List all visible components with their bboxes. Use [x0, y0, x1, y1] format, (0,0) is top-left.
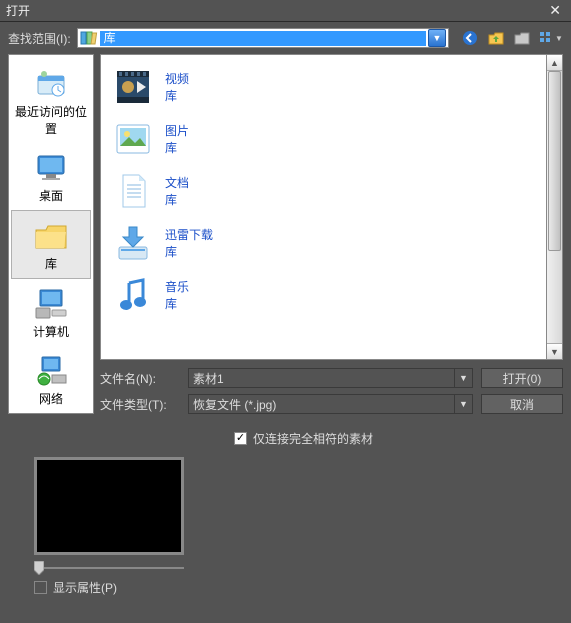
nav-icons: ▼ [455, 29, 563, 47]
cancel-button[interactable]: 取消 [481, 394, 563, 414]
chevron-down-icon: ▼ [433, 33, 442, 43]
filename-dropdown[interactable]: ▼ [455, 368, 473, 388]
scroll-track[interactable] [547, 71, 562, 343]
lookin-dropdown-button[interactable]: ▼ [428, 29, 446, 47]
item-name: 视频 [165, 70, 189, 87]
lookin-value: 库 [100, 31, 426, 46]
recent-icon [11, 67, 91, 101]
show-props-label: 显示属性(P) [53, 579, 117, 596]
place-library[interactable]: 库 [11, 210, 91, 279]
place-label: 桌面 [11, 187, 91, 204]
lookin-label: 查找范围(I): [8, 30, 71, 47]
preview-slider[interactable] [34, 561, 184, 575]
library-icon [14, 219, 88, 253]
places-bar: 最近访问的位置 桌面 库 计算机 网络 [8, 54, 94, 414]
desktop-icon [11, 151, 91, 185]
open-button[interactable]: 打开(0) [481, 368, 563, 388]
list-item[interactable]: 文档库 [105, 165, 542, 217]
titlebar: 打开 ✕ [0, 0, 571, 22]
item-name: 迅雷下载 [165, 226, 213, 243]
video-library-icon [113, 67, 153, 107]
pictures-library-icon [113, 119, 153, 159]
place-label: 网络 [11, 390, 91, 407]
item-type: 库 [165, 87, 189, 104]
list-item[interactable]: 迅雷下载库 [105, 217, 542, 269]
filename-input[interactable]: 素材1 [188, 368, 455, 388]
close-button[interactable]: ✕ [545, 2, 565, 19]
item-type: 库 [165, 191, 189, 208]
place-label: 库 [14, 255, 88, 272]
item-name: 文档 [165, 174, 189, 191]
back-button[interactable] [461, 29, 479, 47]
list-item[interactable]: 视频库 [105, 61, 542, 113]
documents-library-icon [113, 171, 153, 211]
music-library-icon [113, 275, 153, 315]
filename-label: 文件名(N): [100, 370, 180, 387]
lookin-row: 查找范围(I): 库 ▼ ▼ [0, 22, 571, 54]
filetype-select[interactable]: 恢复文件 (*.jpg) [188, 394, 455, 414]
body-area: 最近访问的位置 桌面 库 计算机 网络 视频库 图片库 [0, 54, 571, 422]
place-label: 最近访问的位置 [11, 103, 91, 137]
right-column: 视频库 图片库 文档库 迅雷下载库 音乐库 ▲ ▼ [100, 54, 563, 414]
item-type: 库 [165, 139, 189, 156]
scrollbar[interactable]: ▲ ▼ [547, 54, 563, 360]
item-name: 音乐 [165, 278, 189, 295]
filetype-dropdown[interactable]: ▼ [455, 394, 473, 414]
downloads-library-icon [113, 223, 153, 263]
up-button[interactable] [487, 29, 505, 47]
window-title: 打开 [6, 2, 545, 19]
show-props-row: 显示属性(P) [34, 579, 547, 596]
new-folder-button[interactable] [513, 29, 531, 47]
network-icon [11, 354, 91, 388]
place-recent[interactable]: 最近访问的位置 [9, 59, 93, 143]
computer-icon [11, 287, 91, 321]
only-connect-checkbox[interactable]: ✓ [234, 432, 247, 445]
item-name: 图片 [165, 122, 189, 139]
list-item[interactable]: 图片库 [105, 113, 542, 165]
form-rows: 文件名(N): 素材1 ▼ 打开(0) 文件类型(T): 恢复文件 (*.jpg… [100, 360, 563, 414]
bottom-panel: ✓ 仅连接完全相符的素材 显示属性(P) [0, 422, 571, 604]
chevron-down-icon: ▼ [555, 34, 563, 43]
place-computer[interactable]: 计算机 [9, 279, 93, 346]
lookin-select[interactable]: 库 ▼ [77, 28, 449, 48]
scroll-down-button[interactable]: ▼ [547, 343, 562, 359]
scroll-up-button[interactable]: ▲ [547, 55, 562, 71]
place-desktop[interactable]: 桌面 [9, 143, 93, 210]
view-mode-button[interactable]: ▼ [539, 29, 563, 47]
place-network[interactable]: 网络 [9, 346, 93, 413]
item-type: 库 [165, 295, 189, 312]
list-item[interactable]: 音乐库 [105, 269, 542, 321]
preview-pane [34, 457, 184, 555]
scroll-thumb[interactable] [548, 71, 561, 251]
slider-thumb[interactable] [34, 561, 44, 575]
item-type: 库 [165, 243, 213, 260]
show-props-checkbox[interactable] [34, 581, 47, 594]
slider-track [34, 567, 184, 569]
file-list[interactable]: 视频库 图片库 文档库 迅雷下载库 音乐库 [100, 54, 547, 360]
filetype-label: 文件类型(T): [100, 396, 180, 413]
place-label: 计算机 [11, 323, 91, 340]
only-connect-row: ✓ 仅连接完全相符的素材 [234, 430, 547, 447]
library-icon [80, 30, 98, 46]
only-connect-label: 仅连接完全相符的素材 [253, 430, 373, 447]
